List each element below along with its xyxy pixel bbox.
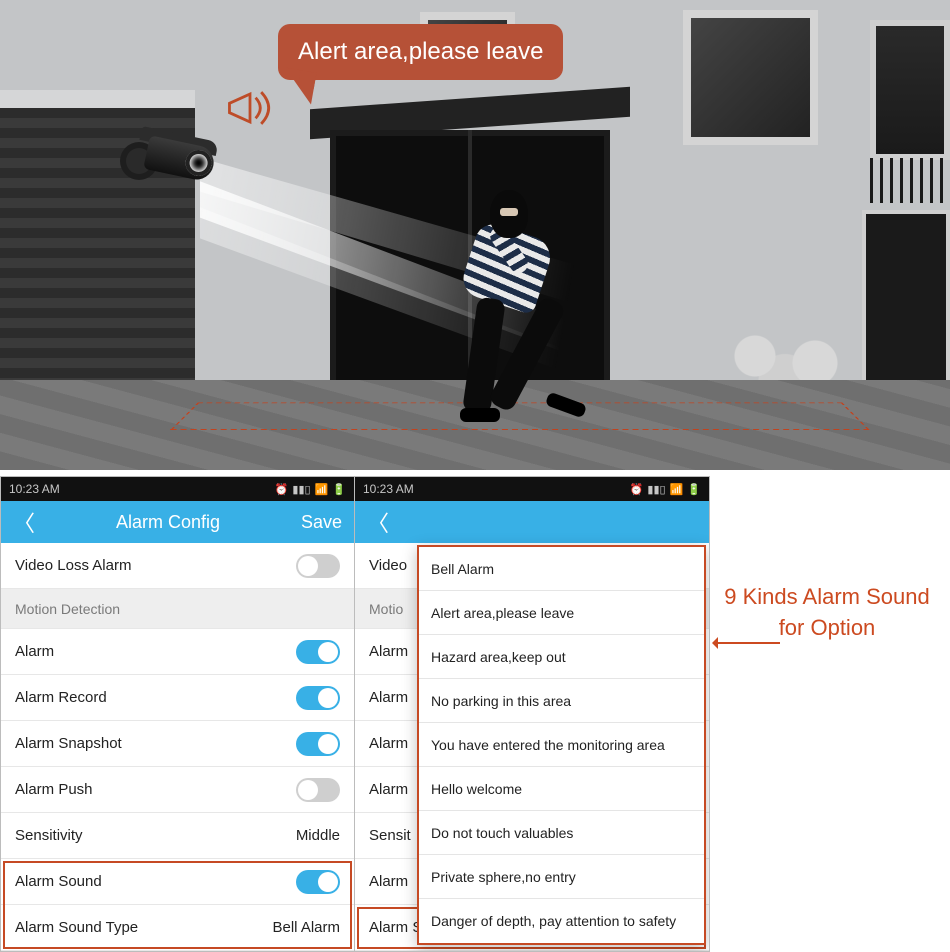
alarm-icon: ⏰ [630, 483, 644, 496]
alarm-sound-dropdown[interactable]: Bell Alarm Alert area,please leave Hazar… [417, 545, 706, 945]
status-time: 10:23 AM [363, 482, 414, 496]
speech-text: Alert area,please leave [298, 38, 543, 65]
alarm-icon: ⏰ [275, 483, 289, 496]
row-alarm-sound-type[interactable]: Alarm Sound Type Bell Alarm [1, 905, 354, 951]
wifi-icon: 📶 [315, 483, 329, 496]
row-alarm-snapshot[interactable]: Alarm Snapshot [1, 721, 354, 767]
toggle-alarm-snapshot[interactable] [296, 732, 340, 756]
row-alarm-sound[interactable]: Alarm Sound [1, 859, 354, 905]
section-label-partial: Motio [369, 601, 403, 617]
row-alarm-push[interactable]: Alarm Push [1, 767, 354, 813]
row-label: Alarm Record [15, 689, 107, 706]
annotation-line2: for Option [779, 615, 876, 640]
speech-bubble: Alert area,please leave [278, 24, 563, 80]
toggle-video-loss[interactable] [296, 554, 340, 578]
signal-icon: ▮▮▯ [292, 483, 310, 496]
row-label-partial: Alarm [369, 735, 408, 752]
security-camera [126, 136, 218, 188]
row-alarm-record[interactable]: Alarm Record [1, 675, 354, 721]
row-alarm[interactable]: Alarm [1, 629, 354, 675]
row-label-partial: Sensit [369, 827, 411, 844]
dropdown-option[interactable]: Private sphere,no entry [419, 855, 704, 899]
dropdown-option[interactable]: Bell Alarm [419, 547, 704, 591]
dropdown-option[interactable]: Danger of depth, pay attention to safety [419, 899, 704, 943]
dropdown-option[interactable]: No parking in this area [419, 679, 704, 723]
status-bar: 10:23 AM ⏰ ▮▮▯ 📶 🔋 [1, 477, 354, 501]
row-video-loss-alarm[interactable]: Video Loss Alarm [1, 543, 354, 589]
section-motion-detection: Motion Detection [1, 589, 354, 629]
battery-icon: 🔋 [687, 483, 701, 496]
phone-screen-dropdown: 10:23 AM ⏰ ▮▮▯ 📶 🔋 〈 Video Motio Alarm A… [355, 476, 710, 952]
megaphone-icon [222, 84, 278, 132]
row-label: Alarm Snapshot [15, 735, 122, 752]
row-label: Video Loss Alarm [15, 557, 131, 574]
annotation-line1: 9 Kinds Alarm Sound [724, 584, 929, 609]
toggle-alarm-record[interactable] [296, 686, 340, 710]
toggle-alarm[interactable] [296, 640, 340, 664]
wifi-icon: 📶 [670, 483, 684, 496]
row-label: Alarm [15, 643, 54, 660]
balcony-door [870, 20, 950, 160]
alarm-sound-type-value: Bell Alarm [272, 919, 340, 936]
signal-icon: ▮▮▯ [647, 483, 665, 496]
toggle-alarm-sound[interactable] [296, 870, 340, 894]
side-door [862, 210, 950, 395]
save-button[interactable]: Save [301, 512, 342, 533]
dropdown-option[interactable]: Hello welcome [419, 767, 704, 811]
row-label: Alarm Push [15, 781, 93, 798]
nav-title: Alarm Config [35, 512, 301, 533]
row-label-partial: Alarm [369, 689, 408, 706]
back-button[interactable]: 〈 [13, 506, 35, 538]
dropdown-option[interactable]: Hazard area,keep out [419, 635, 704, 679]
nav-bar: 〈 [355, 501, 709, 543]
status-icons: ⏰ ▮▮▯ 📶 🔋 [630, 483, 701, 496]
row-label-partial: Video [369, 557, 407, 574]
annotation-text: 9 Kinds Alarm Sound for Option [712, 582, 942, 644]
nav-bar: 〈 Alarm Config Save [1, 501, 354, 543]
row-label: Alarm Sound Type [15, 919, 138, 936]
phone-screen-config: 10:23 AM ⏰ ▮▮▯ 📶 🔋 〈 Alarm Config Save V… [0, 476, 355, 952]
balcony-rail [870, 158, 950, 203]
bottom-panel: 10:23 AM ⏰ ▮▮▯ 📶 🔋 〈 Alarm Config Save V… [0, 470, 950, 950]
row-label-partial: Alarm [369, 873, 408, 890]
row-label-partial: Alarm [369, 643, 408, 660]
status-bar: 10:23 AM ⏰ ▮▮▯ 📶 🔋 [355, 477, 709, 501]
dropdown-option[interactable]: You have entered the monitoring area [419, 723, 704, 767]
status-time: 10:23 AM [9, 482, 60, 496]
dropdown-option[interactable]: Do not touch valuables [419, 811, 704, 855]
battery-icon: 🔋 [332, 483, 346, 496]
row-label: Alarm Sound [15, 873, 102, 890]
section-label: Motion Detection [15, 601, 120, 617]
row-label: Sensitivity [15, 827, 83, 844]
intruder-figure [430, 190, 580, 440]
upper-window-right [683, 10, 818, 145]
status-icons: ⏰ ▮▮▯ 📶 🔋 [275, 483, 346, 496]
row-label-partial: Alarm [369, 781, 408, 798]
toggle-alarm-push[interactable] [296, 778, 340, 802]
promo-scene: Alert area,please leave [0, 0, 950, 470]
row-sensitivity[interactable]: Sensitivity Middle [1, 813, 354, 859]
sensitivity-value: Middle [296, 827, 340, 844]
dropdown-option[interactable]: Alert area,please leave [419, 591, 704, 635]
back-button[interactable]: 〈 [367, 506, 389, 538]
